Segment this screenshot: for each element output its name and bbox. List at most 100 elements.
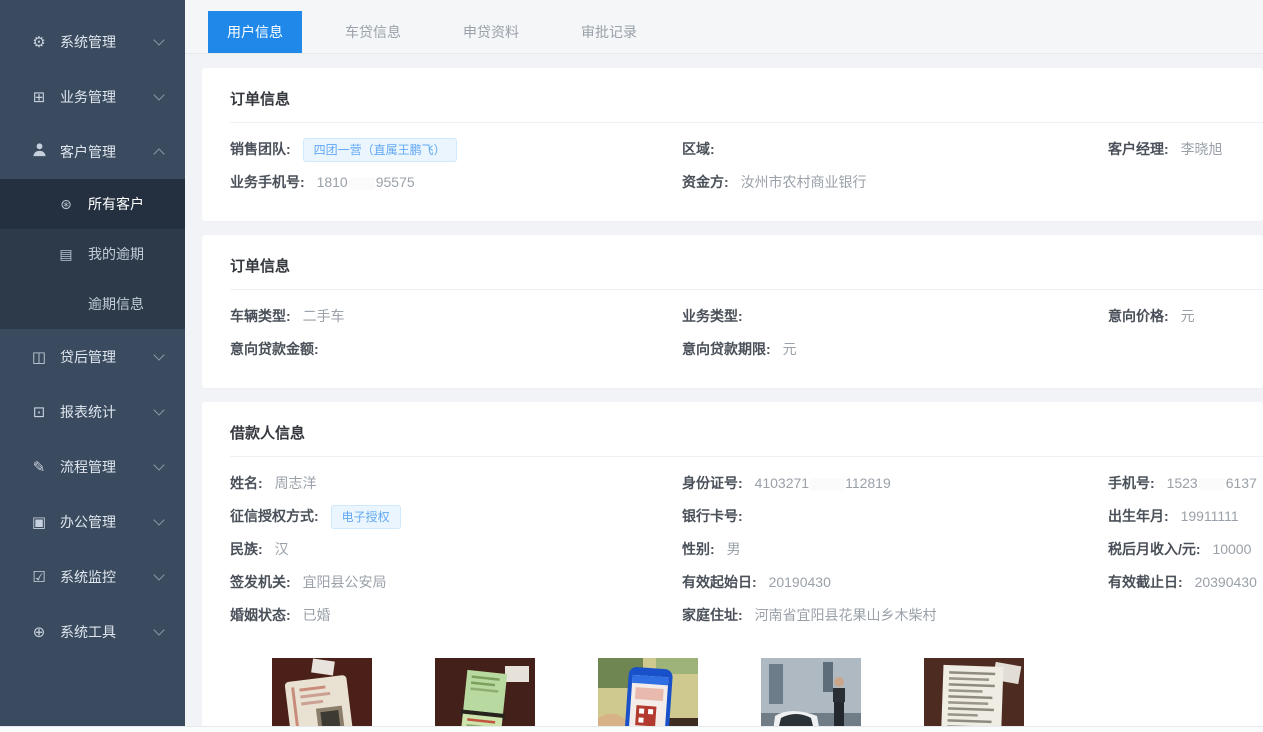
field-label: 签发机关:: [230, 574, 291, 590]
customer-management-submenu: ⊛ 所有客户 ▤ 我的逾期 逾期信息: [0, 179, 185, 329]
sales-team-tag[interactable]: 四团一营（直属王鹏飞）: [303, 138, 457, 162]
photo-license-booklet-thumbnail[interactable]: 驾驶证照片: [435, 658, 535, 732]
borrower-grid: 姓名: 周志洋 身份证号: 4103271112819 手机号: 1523613…: [230, 467, 1263, 632]
field-phone: 手机号: 15236137: [1108, 467, 1263, 500]
id-card-front-image: [272, 658, 372, 732]
sidebar-item-business-management[interactable]: ⊞ 业务管理: [0, 69, 185, 124]
field-label: 车辆类型:: [230, 308, 291, 324]
field-valid-from: 有效起始日: 20190430: [682, 566, 1108, 599]
field-vehicle-type: 车辆类型: 二手车: [230, 300, 682, 333]
field-label: 征信授权方式:: [230, 508, 319, 524]
field-loan-amount: 意向贷款金额:: [230, 333, 682, 366]
notebook-icon: ▤: [58, 246, 74, 263]
field-label: 婚姻状态:: [230, 607, 291, 623]
field-value: 宜阳县公安局: [303, 574, 387, 590]
chevron-down-icon: [153, 404, 164, 415]
credit-auth-tag[interactable]: 电子授权: [331, 505, 401, 529]
sidebar-item-all-customers[interactable]: ⊛ 所有客户: [0, 179, 185, 229]
borrower-info-card: 借款人信息 姓名: 周志洋 身份证号: 4103271112819 手机号: 1…: [202, 402, 1263, 732]
section-title: 订单信息: [230, 88, 1263, 123]
field-label: 销售团队:: [230, 141, 291, 157]
field-label: 税后月收入/元:: [1108, 541, 1201, 557]
field-value: 已婚: [303, 607, 331, 623]
tab-approval-records[interactable]: 审批记录: [562, 11, 656, 53]
chevron-down-icon: [153, 569, 164, 580]
field-label: 客户经理:: [1108, 141, 1169, 157]
horizontal-scrollbar[interactable]: [0, 726, 1263, 732]
order-info-1-grid: 销售团队: 四团一营（直属王鹏飞） 区域: 客户经理: 李晓旭 业务手机号: 1…: [230, 133, 1263, 199]
field-bank-card: 银行卡号:: [682, 500, 1108, 533]
field-value: 河南省宜阳县花果山乡木柴村: [755, 607, 937, 623]
field-label: 身份证号:: [682, 475, 743, 491]
sidebar-item-label: 流程管理: [60, 457, 116, 477]
field-value: 20390430: [1195, 574, 1257, 590]
field-empty: [1108, 599, 1263, 632]
chevron-up-icon: [153, 148, 164, 159]
sidebar-item-label: 报表统计: [60, 402, 116, 422]
field-region: 区域:: [682, 133, 1108, 166]
field-label: 意向价格:: [1108, 308, 1169, 324]
field-value-masked: 15236137: [1167, 475, 1257, 491]
monitor-icon: ⊡: [30, 403, 48, 421]
sidebar-item-overdue-info[interactable]: 逾期信息: [0, 279, 185, 329]
sidebar-item-postloan-management[interactable]: ◫ 贷后管理: [0, 329, 185, 384]
field-label: 民族:: [230, 541, 263, 557]
sidebar-item-process-management[interactable]: ✎ 流程管理: [0, 439, 185, 494]
field-label: 出生年月:: [1108, 508, 1169, 524]
photo-id-card-front-thumbnail[interactable]: 人证照片: [272, 658, 372, 732]
sidebar-item-system-monitor[interactable]: ☑ 系统监控: [0, 549, 185, 604]
document-photos-row: 人证照片: [272, 658, 1263, 732]
photo-auth-screenshot-thumbnail[interactable]: 授权截图: [598, 658, 698, 732]
field-marital-status: 婚姻状态: 已婚: [230, 599, 682, 632]
field-label: 姓名:: [230, 475, 263, 491]
field-intent-price: 意向价格: 元: [1108, 300, 1263, 333]
field-value: 10000: [1212, 541, 1251, 557]
sidebar-item-label: 办公管理: [60, 512, 116, 532]
license-booklet-image: [435, 658, 535, 732]
sidebar-item-system-tools[interactable]: ⊕ 系统工具: [0, 604, 185, 659]
sidebar: ⚙ 系统管理 ⊞ 业务管理 客户管理 ⊛ 所有客户 ▤ 我的逾期 逾期信息 ◫ …: [0, 0, 185, 726]
censor-patch: [1199, 478, 1225, 491]
sidebar-item-label: 客户管理: [60, 142, 116, 162]
detail-tabbar: 用户信息 车贷信息 申贷资料 审批记录: [185, 0, 1263, 54]
sidebar-item-report-statistics[interactable]: ⊡ 报表统计: [0, 384, 185, 439]
field-value: 周志洋: [275, 475, 317, 491]
chevron-down-icon: [153, 459, 164, 470]
field-label: 意向贷款期限:: [682, 341, 771, 357]
photo-document-thumbnail[interactable]: 其他材料: [924, 658, 1024, 732]
field-value: 汝州市农村商业银行: [741, 174, 867, 190]
phone-qr-image: [598, 658, 698, 732]
field-value: 元: [1181, 308, 1195, 324]
field-issuer: 签发机关: 宜阳县公安局: [230, 566, 682, 599]
sidebar-item-system-management[interactable]: ⚙ 系统管理: [0, 14, 185, 69]
grid-icon: ⊞: [30, 88, 48, 106]
sidebar-item-my-overdue[interactable]: ▤ 我的逾期: [0, 229, 185, 279]
section-title: 借款人信息: [230, 422, 1263, 457]
field-label: 银行卡号:: [682, 508, 743, 524]
field-value: 19911111: [1181, 508, 1239, 524]
field-sales-team: 销售团队: 四团一营（直属王鹏飞）: [230, 133, 682, 166]
field-value: 男: [727, 541, 741, 557]
tab-loan-application-docs[interactable]: 申贷资料: [444, 11, 538, 53]
field-loan-term: 意向贷款期限: 元: [682, 333, 1108, 366]
field-customer-manager: 客户经理: 李晓旭: [1108, 133, 1263, 166]
order-info-2-grid: 车辆类型: 二手车 业务类型: 意向价格: 元 意向贷款金额: 意向贷款期限: …: [230, 300, 1263, 366]
sidebar-item-label: 系统工具: [60, 622, 116, 642]
sidebar-item-label: 系统监控: [60, 567, 116, 587]
field-credit-auth: 征信授权方式: 电子授权: [230, 500, 682, 533]
photo-person-with-car-thumbnail[interactable]: 人车合影: [761, 658, 861, 732]
person-car-image: [761, 658, 861, 732]
handwritten-document-image: [924, 658, 1024, 732]
field-label: 业务类型:: [682, 308, 743, 324]
tab-user-info[interactable]: 用户信息: [208, 11, 302, 53]
section-title: 订单信息: [230, 255, 1263, 290]
field-funder: 资金方: 汝州市农村商业银行: [682, 166, 1108, 199]
sidebar-item-office-management[interactable]: ▣ 办公管理: [0, 494, 185, 549]
field-gender: 性别: 男: [682, 533, 1108, 566]
field-value: 元: [783, 341, 797, 357]
tab-car-loan-info[interactable]: 车贷信息: [326, 11, 420, 53]
sidebar-item-customer-management[interactable]: 客户管理: [0, 124, 185, 179]
field-empty: [1108, 333, 1263, 366]
field-value: 二手车: [303, 308, 345, 324]
field-value-masked: 4103271112819: [755, 475, 891, 491]
